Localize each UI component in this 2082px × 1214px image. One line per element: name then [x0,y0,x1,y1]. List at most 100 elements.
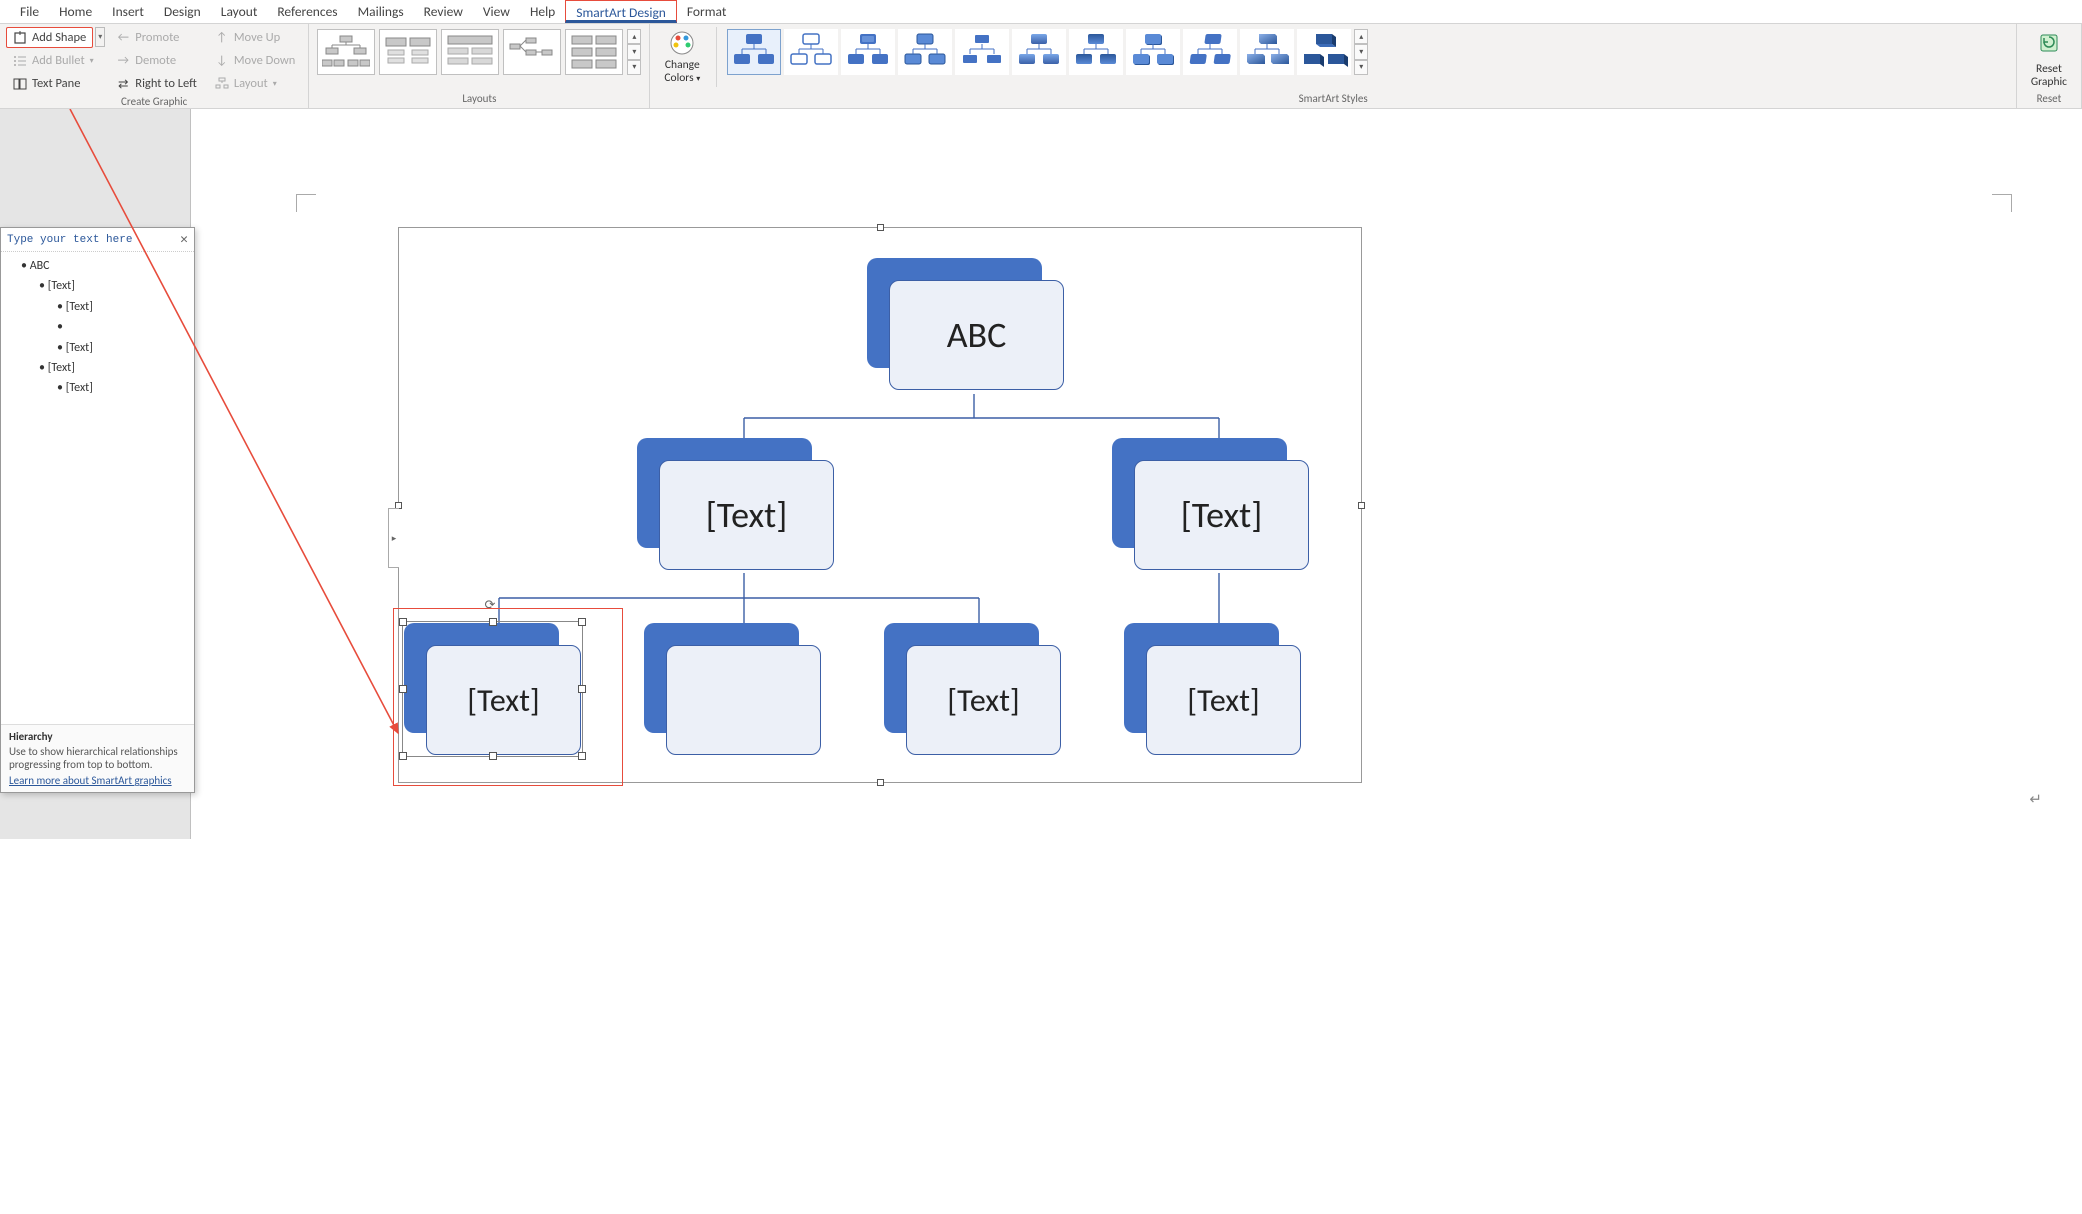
document-area: ▸ ABC [Text] [0,109,2082,839]
arrow-left-icon: ← [116,31,130,45]
group-smartart-styles: ChangeColors ▾ ▴ ▾ ▾ [650,24,2017,108]
sa-node-l2a-text: [Text] [659,460,834,570]
layout-thumb-3[interactable] [441,29,499,75]
layout-button: Layout ▾ [208,73,303,94]
add-shape-button[interactable]: Add Shape [6,27,93,48]
group-create-graphic: Add Shape ▾ Add Bullet ▾ Text Pane [0,24,309,108]
layout-thumb-1[interactable] [317,29,375,75]
bullet-item[interactable]: • [Text] [9,358,186,378]
bullet-text: ABC [30,259,50,273]
palette-icon [668,29,696,57]
tab-help[interactable]: Help [520,0,565,23]
bullet-item[interactable]: • [Text] [9,378,186,398]
text-pane-toggle[interactable]: ▸ [388,508,399,568]
smartart-frame[interactable]: ▸ ABC [Text] [398,227,1362,783]
tab-home[interactable]: Home [49,0,102,23]
reset-graphic-button[interactable]: ResetGraphic [2023,27,2075,90]
page: ▸ ABC [Text] [190,109,2082,839]
move-up-button: ↑ Move Up [208,27,303,48]
add-shape-label: Add Shape [32,30,86,45]
close-icon[interactable]: ✕ [180,232,188,247]
text-pane-label: Text Pane [32,76,80,91]
layouts-scroll-up[interactable]: ▴ [627,29,641,44]
group-label-styles: SmartArt Styles [656,91,2010,106]
sa-node-l3d-text: [Text] [1146,645,1301,755]
bullet-item[interactable]: • [9,317,186,337]
bullet-item[interactable]: • [Text] [9,338,186,358]
footer-link[interactable]: Learn more about SmartArt graphics [9,774,186,787]
tab-design[interactable]: Design [154,0,211,23]
sa-node-root-text: ABC [889,280,1064,390]
bullet-list-icon [13,54,27,68]
add-shape-dropdown[interactable]: ▾ [95,27,105,47]
text-pane-icon [13,77,27,91]
layout-icon [215,77,229,91]
layouts-gallery: ▴ ▾ ▾ [315,27,643,77]
text-pane-title: Type your text here [7,234,132,246]
tab-references[interactable]: References [267,0,347,23]
tab-file[interactable]: File [10,0,49,23]
style-thumb-7[interactable] [1069,29,1123,75]
group-layouts: ▴ ▾ ▾ Layouts [309,24,650,108]
layout-thumb-2[interactable] [379,29,437,75]
bullet-text: [Text] [66,341,93,355]
tab-layout[interactable]: Layout [211,0,268,23]
style-thumb-10[interactable] [1240,29,1294,75]
text-pane-footer: Hierarchy Use to show hierarchical relat… [1,724,194,792]
group-label-layouts: Layouts [315,91,643,106]
style-thumb-8[interactable] [1126,29,1180,75]
arrow-right-icon: → [116,54,130,68]
layout-thumb-5[interactable] [565,29,623,75]
layouts-scroll-down[interactable]: ▾ [627,44,641,59]
group-label-reset: Reset [2023,91,2075,106]
arrow-down-icon: ↓ [215,54,229,68]
paragraph-mark-icon: ↵ [2029,790,2042,809]
layouts-more[interactable]: ▾ [627,60,641,75]
style-thumb-3[interactable] [841,29,895,75]
bullet-item[interactable]: • [Text] [9,276,186,296]
tab-view[interactable]: View [473,0,520,23]
reset-icon [2035,29,2063,61]
bullet-item[interactable]: • ABC [9,256,186,276]
rtl-label: Right to Left [135,76,197,91]
ribbon-tabs: File Home Insert Design Layout Reference… [0,0,2082,24]
add-bullet-button: Add Bullet ▾ [6,50,105,71]
arrow-up-icon: ↑ [215,31,229,45]
bullet-text: [Text] [66,381,93,395]
reset-line2: Graphic [2031,75,2067,89]
ribbon-body: Add Shape ▾ Add Bullet ▾ Text Pane [0,24,2082,109]
style-thumb-11[interactable] [1297,29,1351,75]
move-down-button: ↓ Move Down [208,50,303,71]
text-pane-body[interactable]: • ABC • [Text] • [Text] • • [Text] • [Te… [1,252,194,403]
move-up-label: Move Up [234,30,280,45]
bullet-item[interactable]: • [Text] [9,297,186,317]
layout-thumb-4[interactable] [503,29,561,75]
tab-review[interactable]: Review [414,0,473,23]
group-label-create-graphic: Create Graphic [6,94,302,109]
style-thumb-6[interactable] [1012,29,1066,75]
styles-gallery: ▴ ▾ ▾ [725,27,1370,77]
styles-scroll-up[interactable]: ▴ [1354,29,1368,44]
styles-more[interactable]: ▾ [1354,60,1368,75]
annotation-red-box [393,608,623,786]
text-pane-panel: Type your text here ✕ • ABC • [Text] • [… [0,227,195,793]
change-colors-button[interactable]: ChangeColors ▾ [656,27,708,86]
promote-button: ← Promote [109,27,204,48]
style-thumb-2[interactable] [784,29,838,75]
bullet-text: [Text] [48,279,75,293]
tab-insert[interactable]: Insert [102,0,154,23]
style-thumb-5[interactable] [955,29,1009,75]
rtl-icon: ⇄ [116,77,130,91]
sa-node-l2b-text: [Text] [1134,460,1309,570]
style-thumb-1[interactable] [727,29,781,75]
change-colors-line2: Colors [664,71,693,85]
tab-smartart-design[interactable]: SmartArt Design [565,0,677,23]
tab-format[interactable]: Format [677,0,737,23]
style-thumb-9[interactable] [1183,29,1237,75]
styles-scroll-down[interactable]: ▾ [1354,44,1368,59]
right-to-left-button[interactable]: ⇄ Right to Left [109,73,204,94]
text-pane-button[interactable]: Text Pane [6,73,105,94]
style-thumb-4[interactable] [898,29,952,75]
tab-mailings[interactable]: Mailings [348,0,414,23]
footer-desc: Use to show hierarchical relationships p… [9,745,186,771]
